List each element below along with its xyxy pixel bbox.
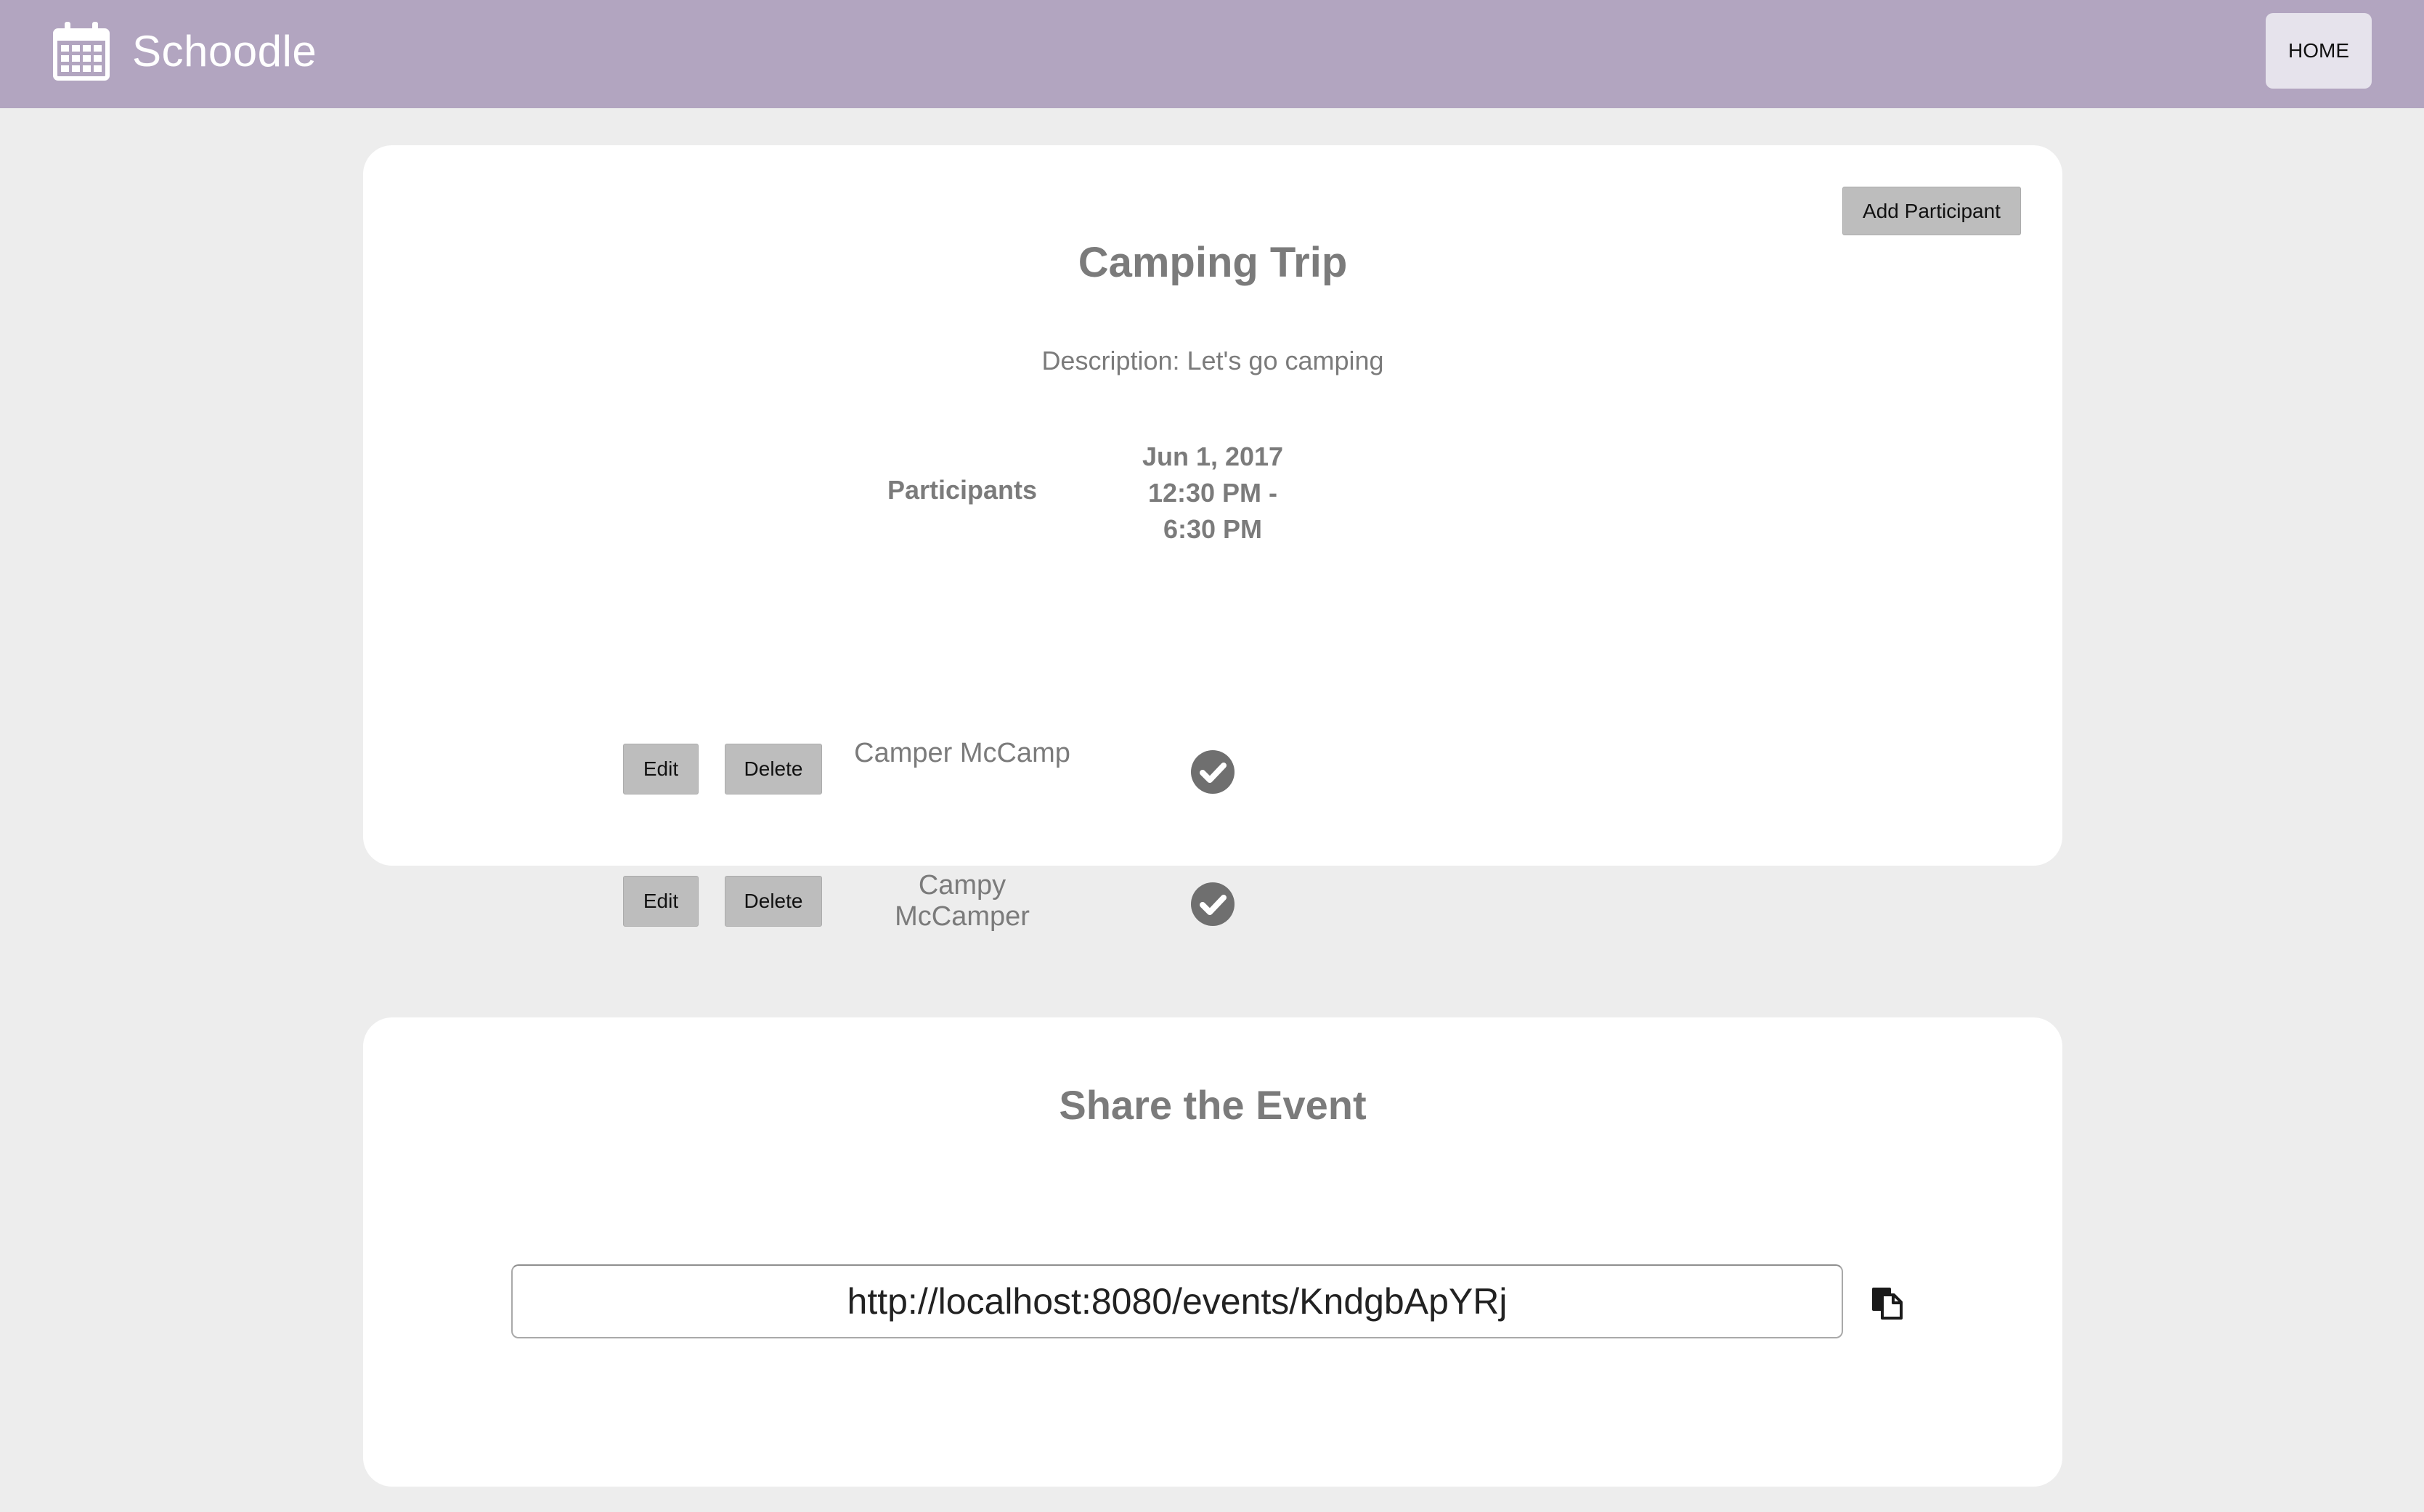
timeslot-column-header: Jun 1, 2017 12:30 PM - 6:30 PM [1089, 439, 1336, 548]
event-title: Camping Trip [1078, 239, 1348, 286]
participant-row: Edit Delete Campy McCamper [363, 870, 2062, 934]
participant-name: Campy McCamper [895, 870, 1030, 932]
event-card: Add Participant Camping Trip Description… [363, 145, 2062, 932]
timeslot-end: 6:30 PM [1163, 514, 1263, 544]
delete-participant-button[interactable]: Delete [725, 876, 822, 927]
timeslot-date: Jun 1, 2017 [1142, 442, 1284, 471]
edit-participant-button[interactable]: Edit [623, 876, 699, 927]
brand[interactable]: Schoodle [52, 13, 317, 89]
timeslot-start: 12:30 PM - [1147, 478, 1278, 508]
delete-participant-button[interactable]: Delete [725, 744, 822, 794]
share-title: Share the Event [1059, 1082, 1367, 1128]
share-url-input[interactable] [511, 1264, 1843, 1338]
add-participant-button[interactable]: Add Participant [1842, 187, 2021, 235]
edit-participant-button[interactable]: Edit [623, 744, 699, 794]
top-navbar: Schoodle HOME [0, 0, 2424, 108]
home-button[interactable]: HOME [2266, 13, 2372, 89]
participant-row: Edit Delete Camper McCamp [363, 738, 2062, 802]
calendar-icon [52, 20, 110, 81]
app-name: Schoodle [132, 26, 317, 76]
check-circle-icon [1190, 749, 1235, 794]
event-description: Description: Let's go camping [1041, 346, 1384, 375]
copy-icon[interactable] [1869, 1285, 1904, 1320]
participants-column-header: Participants [887, 475, 1038, 505]
participant-name: Camper McCamp [854, 738, 1070, 768]
check-circle-icon [1190, 882, 1235, 927]
share-card: Share the Event [363, 1017, 2062, 1487]
